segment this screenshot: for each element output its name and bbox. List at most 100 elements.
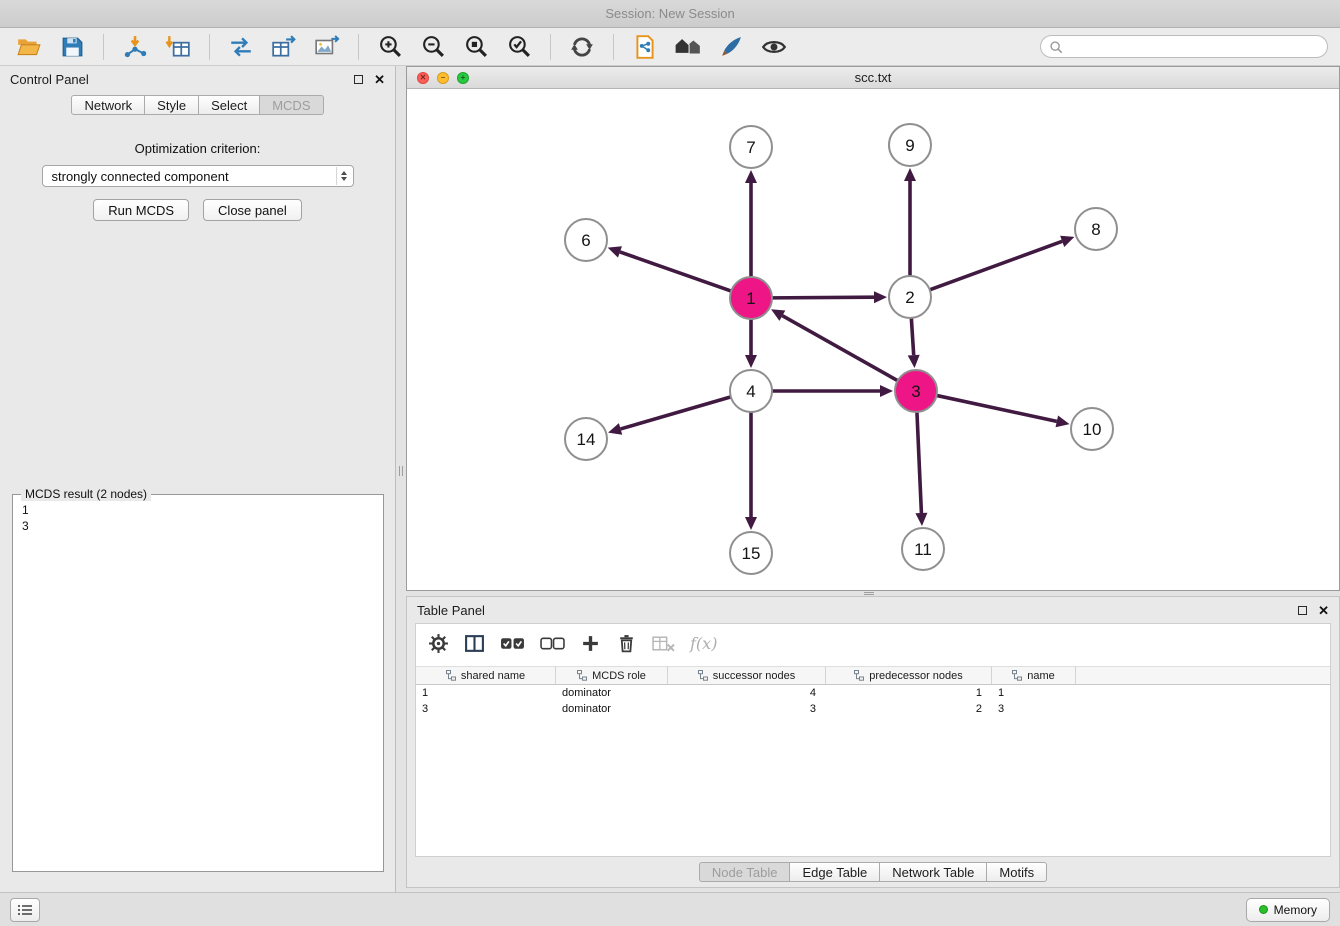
network-document-button[interactable] [628, 32, 662, 62]
show-columns-button[interactable] [464, 633, 485, 654]
column-header-MCDS-role[interactable]: MCDS role [556, 666, 668, 685]
graph-node-7[interactable]: 7 [730, 126, 772, 168]
table-panel-body: f(x) shared nameMCDS rolesuccessor nodes… [415, 623, 1331, 857]
table-cell: 3 [992, 701, 1076, 717]
zoom-selected-button[interactable] [502, 32, 536, 62]
graph-node-4[interactable]: 4 [730, 370, 772, 412]
graph-edge-3-10[interactable] [937, 395, 1057, 421]
vertical-splitter[interactable] [397, 66, 406, 892]
unchecked-boxes-icon [540, 636, 565, 651]
optimization-criterion-dropdown[interactable]: strongly connected component [42, 165, 354, 187]
zoom-in-button[interactable] [373, 32, 407, 62]
table-row[interactable]: 1dominator411 [416, 685, 1330, 701]
tab-motifs[interactable]: Motifs [987, 862, 1047, 882]
tab-network[interactable]: Network [71, 95, 145, 115]
memory-button[interactable]: Memory [1246, 898, 1330, 922]
graph-edge-4-14[interactable] [621, 397, 731, 429]
close-window-button[interactable]: ✕ [417, 72, 429, 84]
network-window-titlebar[interactable]: ✕ − + scc.txt [407, 67, 1339, 89]
columns-icon [464, 633, 485, 654]
tab-node-table[interactable]: Node Table [699, 862, 791, 882]
home-button[interactable] [671, 32, 705, 62]
search-box[interactable] [1040, 35, 1328, 58]
column-header-shared-name[interactable]: shared name [416, 666, 556, 685]
table-panel-tabs: Node TableEdge TableNetwork TableMotifs [407, 862, 1339, 882]
table-cell: 4 [668, 685, 826, 701]
window-titlebar[interactable]: Session: New Session [0, 0, 1340, 28]
graph-node-1[interactable]: 1 [730, 277, 772, 319]
deselect-all-button[interactable] [540, 636, 565, 651]
zoom-fit-button[interactable] [459, 32, 493, 62]
tab-select[interactable]: Select [199, 95, 260, 115]
tab-edge-table[interactable]: Edge Table [790, 862, 880, 882]
import-network-button[interactable] [118, 32, 152, 62]
tab-network-table[interactable]: Network Table [880, 862, 987, 882]
save-session-button[interactable] [55, 32, 89, 62]
float-panel-icon[interactable] [354, 75, 363, 84]
table-row[interactable]: 3dominator323 [416, 701, 1330, 717]
graph-edge-arrow [1056, 416, 1070, 428]
graph-edge-arrow [745, 170, 757, 183]
select-all-button[interactable] [500, 636, 525, 651]
splitter-grip[interactable] [399, 466, 403, 476]
export-image-button[interactable] [310, 32, 344, 62]
close-panel-button[interactable]: Close panel [203, 199, 302, 221]
column-header-label: name [1027, 670, 1055, 682]
network-graph[interactable]: 7 9 6 8 1 2 4 3 14 10 15 11 [407, 89, 1339, 590]
task-history-button[interactable] [10, 898, 40, 922]
import-table-icon [165, 34, 191, 60]
plus-icon [580, 633, 601, 654]
minimize-window-button[interactable]: − [437, 72, 449, 84]
graph-edge-2-3[interactable] [911, 318, 913, 355]
graph-node-6[interactable]: 6 [565, 219, 607, 261]
network-window: ✕ − + scc.txt 7 9 6 8 1 2 4 3 14 10 15 11 [406, 66, 1340, 591]
graph-edge-arrow [1060, 236, 1074, 247]
open-session-button[interactable] [12, 32, 46, 62]
tab-mcds[interactable]: MCDS [260, 95, 323, 115]
function-builder-button[interactable]: f(x) [690, 634, 717, 653]
graph-edge-2-8[interactable] [930, 241, 1062, 289]
mcds-result-line: 3 [22, 518, 374, 534]
trash-icon [616, 633, 637, 654]
clear-table-button[interactable] [652, 635, 675, 652]
add-column-button[interactable] [580, 633, 601, 654]
splitter-grip[interactable] [864, 592, 874, 595]
run-mcds-button[interactable]: Run MCDS [93, 199, 189, 221]
column-header-successor-nodes[interactable]: successor nodes [668, 666, 826, 685]
graph-node-10[interactable]: 10 [1071, 408, 1113, 450]
graph-edge-3-1[interactable] [782, 316, 897, 381]
zoom-out-button[interactable] [416, 32, 450, 62]
graph-node-9[interactable]: 9 [889, 124, 931, 166]
close-panel-icon[interactable]: ✕ [1318, 604, 1329, 617]
table-settings-button[interactable] [428, 633, 449, 654]
graph-node-8[interactable]: 8 [1075, 208, 1117, 250]
column-header-name[interactable]: name [992, 666, 1076, 685]
network-arrows-button[interactable] [224, 32, 258, 62]
graph-edge-1-6[interactable] [620, 252, 731, 291]
graph-node-15[interactable]: 15 [730, 532, 772, 574]
search-input[interactable] [1069, 40, 1319, 54]
graph-node-3[interactable]: 3 [895, 370, 937, 412]
graph-edge-1-2[interactable] [772, 297, 874, 298]
column-header-predecessor-nodes[interactable]: predecessor nodes [826, 666, 992, 685]
delete-column-button[interactable] [616, 633, 637, 654]
column-header-label: predecessor nodes [869, 670, 963, 682]
graph-node-2[interactable]: 2 [889, 276, 931, 318]
tab-style[interactable]: Style [145, 95, 199, 115]
import-table-button[interactable] [161, 32, 195, 62]
graph-node-11[interactable]: 11 [902, 528, 944, 570]
graph-edge-arrow [908, 355, 920, 368]
export-table-button[interactable] [267, 32, 301, 62]
graph-edge-arrow [608, 246, 622, 257]
control-panel-title: Control Panel [10, 72, 89, 87]
graph-node-14[interactable]: 14 [565, 418, 607, 460]
visibility-button[interactable] [757, 32, 791, 62]
float-panel-icon[interactable] [1298, 606, 1307, 615]
style-brush-button[interactable] [714, 32, 748, 62]
refresh-button[interactable] [565, 32, 599, 62]
maximize-window-button[interactable]: + [457, 72, 469, 84]
close-panel-icon[interactable]: ✕ [374, 73, 385, 86]
mcds-result-lines[interactable]: 13 [13, 495, 383, 541]
graph-edge-3-11[interactable] [917, 412, 921, 513]
network-canvas[interactable]: 7 9 6 8 1 2 4 3 14 10 15 11 [407, 89, 1339, 590]
